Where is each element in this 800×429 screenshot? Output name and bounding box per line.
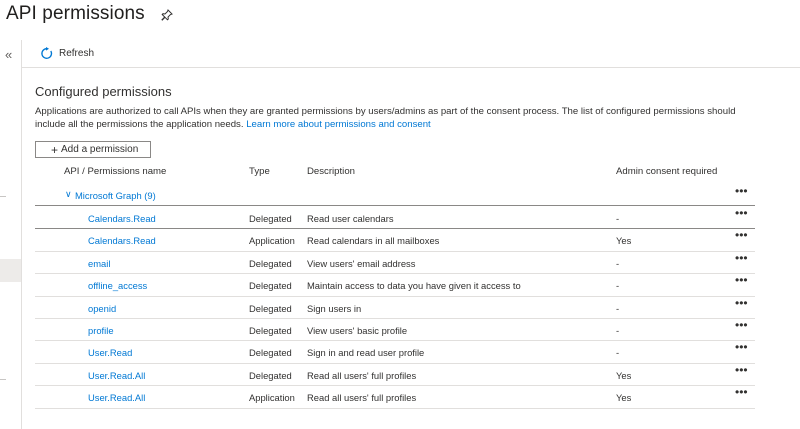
- permission-name[interactable]: User.Read.All: [88, 392, 145, 403]
- page-header: API permissions: [6, 2, 173, 26]
- more-horizontal-icon[interactable]: •••: [735, 207, 748, 219]
- admin-consent-required: -: [616, 280, 620, 292]
- more-horizontal-icon[interactable]: •••: [735, 297, 748, 309]
- section-title: Configured permissions: [35, 84, 172, 99]
- admin-consent-required: -: [616, 347, 620, 359]
- rail-selected-item[interactable]: [0, 259, 21, 282]
- permission-type: Delegated: [249, 257, 292, 269]
- permission-type: Delegated: [249, 325, 292, 336]
- add-permission-button[interactable]: + Add a permission: [35, 141, 151, 158]
- table-row[interactable]: User.Read.All Delegated Read all users' …: [35, 364, 755, 387]
- permission-description: View users' email address: [307, 257, 416, 269]
- permission-description: Read calendars in all mailboxes: [307, 235, 440, 247]
- rail-divider: [0, 379, 6, 380]
- permission-name[interactable]: User.Read: [88, 347, 132, 358]
- admin-consent-required: Yes: [616, 369, 632, 381]
- permission-type: Application: [249, 392, 295, 404]
- more-horizontal-icon[interactable]: •••: [735, 364, 748, 376]
- column-header-description[interactable]: Description: [307, 166, 355, 180]
- admin-consent-required: -: [616, 302, 620, 314]
- permission-description: View users' basic profile: [307, 325, 408, 336]
- page-title: API permissions: [6, 3, 145, 24]
- permission-name[interactable]: User.Read.All: [88, 370, 145, 381]
- more-horizontal-icon[interactable]: •••: [735, 319, 748, 331]
- table-row[interactable]: Calendars.Read Delegated Read user calen…: [35, 207, 755, 230]
- admin-consent-required: -: [616, 213, 620, 224]
- learn-more-link[interactable]: Learn more about permissions and consent: [246, 119, 431, 130]
- permission-name[interactable]: Calendars.Read: [88, 213, 156, 224]
- more-horizontal-icon[interactable]: •••: [735, 185, 748, 197]
- api-group-row[interactable]: ∨ Microsoft Graph (9) •••: [35, 185, 755, 206]
- permission-type: Delegated: [249, 213, 292, 224]
- permission-name[interactable]: openid: [88, 303, 116, 314]
- admin-consent-required: -: [616, 325, 620, 336]
- permission-description: Read all users' full profiles: [307, 369, 417, 381]
- chevron-down-icon[interactable]: ∨: [65, 189, 72, 200]
- permission-description: Sign in and read user profile: [307, 347, 425, 359]
- api-group-label[interactable]: Microsoft Graph (9): [75, 190, 156, 201]
- left-rail: [0, 40, 22, 429]
- refresh-button[interactable]: Refresh: [40, 47, 94, 60]
- add-permission-label: Add a permission: [61, 144, 139, 155]
- more-horizontal-icon[interactable]: •••: [735, 274, 748, 286]
- plus-icon: +: [51, 142, 59, 157]
- permission-description: Maintain access to data you have given i…: [307, 280, 521, 292]
- permission-name[interactable]: profile: [88, 325, 114, 336]
- table-row[interactable]: openid Delegated Sign users in - •••: [35, 297, 755, 319]
- table-row[interactable]: offline_access Delegated Maintain access…: [35, 274, 755, 297]
- admin-consent-required: Yes: [616, 235, 632, 247]
- table-row[interactable]: profile Delegated View users' basic prof…: [35, 319, 755, 342]
- permission-description: Read user calendars: [307, 213, 394, 224]
- more-horizontal-icon[interactable]: •••: [735, 341, 748, 353]
- table-row[interactable]: User.Read.All Application Read all users…: [35, 386, 755, 409]
- permission-type: Delegated: [249, 302, 292, 314]
- double-chevron-left-icon[interactable]: «: [5, 48, 12, 61]
- permission-type: Delegated: [249, 280, 292, 292]
- more-horizontal-icon[interactable]: •••: [735, 386, 748, 398]
- section-description: Applications are authorized to call APIs…: [35, 106, 765, 131]
- more-horizontal-icon[interactable]: •••: [735, 229, 748, 241]
- permission-description: Sign users in: [307, 302, 362, 314]
- permission-type: Delegated: [249, 347, 292, 359]
- column-header-admin-consent[interactable]: Admin consent required: [616, 166, 717, 180]
- more-horizontal-icon[interactable]: •••: [735, 252, 748, 264]
- pin-icon[interactable]: [161, 8, 173, 21]
- admin-consent-required: Yes: [616, 392, 632, 404]
- table-row[interactable]: User.Read Delegated Sign in and read use…: [35, 341, 755, 364]
- table-row[interactable]: Calendars.Read Application Read calendar…: [35, 229, 755, 252]
- permission-name[interactable]: offline_access: [88, 280, 147, 291]
- command-bar: Refresh: [22, 42, 800, 68]
- permission-type: Application: [249, 235, 295, 247]
- rail-divider: [0, 196, 6, 197]
- permission-type: Delegated: [249, 369, 292, 381]
- table-row[interactable]: email Delegated View users' email addres…: [35, 252, 755, 275]
- refresh-label: Refresh: [59, 48, 95, 59]
- permission-name[interactable]: Calendars.Read: [88, 235, 156, 246]
- column-header-name[interactable]: API / Permissions name: [64, 166, 166, 180]
- column-header-type[interactable]: Type: [249, 166, 270, 180]
- refresh-icon: [40, 47, 53, 60]
- admin-consent-required: -: [616, 257, 620, 269]
- permission-name[interactable]: email: [88, 258, 110, 269]
- permission-description: Read all users' full profiles: [307, 392, 417, 404]
